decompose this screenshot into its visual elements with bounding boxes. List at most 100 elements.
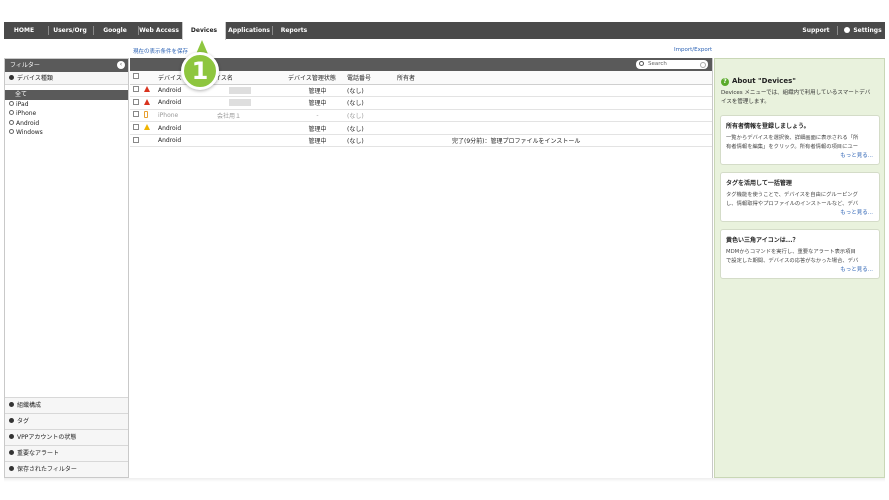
alert-cell	[144, 109, 158, 123]
card-title: 所有者情報を登録しましょう。	[726, 123, 810, 130]
tab-reports[interactable]: Reports	[274, 22, 314, 39]
filter-title: フィルター	[10, 62, 40, 69]
row-checkbox[interactable]	[133, 124, 139, 131]
read-more-link[interactable]: もっと見る...	[840, 208, 873, 216]
tab-users-org[interactable]: Users/Org	[50, 22, 90, 39]
read-more-link[interactable]: もっと見る...	[840, 265, 873, 273]
settings-label: Settings	[853, 27, 882, 34]
row-checkbox[interactable]	[133, 98, 139, 105]
clear-icon[interactable]	[700, 61, 706, 68]
section-label: 組織構成	[17, 402, 42, 409]
row-checkbox-cell	[130, 96, 144, 110]
table-row[interactable]: Android 管理中 (なし)	[130, 96, 712, 110]
filter-item-all[interactable]: 全て	[5, 90, 128, 100]
owner-cell	[397, 121, 452, 135]
device-name-cell	[203, 134, 288, 148]
filter-item-windows[interactable]: Windows	[5, 128, 128, 138]
owner-cell	[397, 96, 452, 110]
alert-cell	[144, 134, 158, 148]
tab-web-access[interactable]: Web Access	[139, 22, 179, 39]
red-alert-icon	[144, 86, 150, 93]
tab-applications[interactable]: Applications	[228, 22, 270, 39]
table-row[interactable]: Android 管理中 (なし) 完了(9分前)：管理プロファイルをインストール	[130, 134, 712, 148]
phone-cell: (なし)	[347, 84, 397, 98]
save-view-link[interactable]: 現在の表示条件を保存	[133, 47, 188, 55]
bullet-icon	[9, 434, 14, 439]
bullet-icon	[9, 418, 14, 423]
filter-item-label: Windows	[16, 129, 43, 136]
device-cell: Android	[158, 121, 203, 135]
table-row[interactable]: Android 管理中 (なし)	[130, 84, 712, 98]
device-name-cell: 会社用１	[203, 109, 288, 123]
note-cell	[452, 84, 712, 98]
col-management-status[interactable]: デバイス管理状態	[288, 71, 347, 85]
about-desc-line: Devices メニューでは、組織内で利用しているスマートデバ	[721, 90, 871, 96]
section-tags[interactable]: タグ	[5, 413, 128, 429]
section-org[interactable]: 組織構成	[5, 397, 128, 413]
yellow-alert-icon	[144, 124, 150, 131]
alert-col-header	[144, 71, 158, 85]
col-phone[interactable]: 電話番号	[347, 71, 397, 85]
row-checkbox[interactable]	[133, 136, 139, 143]
card-title: 黄色い三角アイコンは...？	[726, 237, 799, 244]
row-checkbox[interactable]	[133, 86, 139, 93]
filter-item-iphone[interactable]: iPhone	[5, 109, 128, 119]
bottom-edge	[4, 478, 885, 482]
select-all-cell	[130, 71, 144, 85]
read-more-link[interactable]: もっと見る...	[840, 151, 873, 159]
card-text: MDMからコマンドを実行し、重要なアラート表示項目	[726, 249, 856, 255]
section-vpp[interactable]: VPPアカウントの状態	[5, 429, 128, 445]
filter-item-label: iPad	[16, 100, 29, 108]
nav-divider	[48, 26, 49, 35]
search-icon	[639, 61, 644, 66]
search-input[interactable]: Search	[636, 60, 708, 69]
table-row[interactable]: iPhone 会社用１ - (なし)	[130, 109, 712, 123]
col-notes	[452, 71, 712, 85]
device-name-cell	[203, 121, 288, 135]
row-checkbox[interactable]	[133, 111, 139, 118]
filter-panel: フィルター ‹ デバイス種類 全て iPad iPhone Android Wi…	[4, 58, 129, 478]
status-cell: 管理中	[288, 96, 347, 110]
help-icon: ?	[721, 78, 729, 86]
device-name-cell	[203, 96, 288, 110]
filter-item-ipad[interactable]: iPad	[5, 100, 128, 110]
note-cell	[452, 109, 712, 123]
search-placeholder: Search	[648, 61, 667, 67]
section-alerts[interactable]: 重要なアラート	[5, 445, 128, 461]
table-row[interactable]: Android 管理中 (なし)	[130, 121, 712, 135]
phone-cell: (なし)	[347, 96, 397, 110]
col-owner[interactable]: 所有者	[397, 71, 452, 85]
about-desc-line: イスを管理します。	[721, 99, 770, 105]
device-cell: Android	[158, 134, 203, 148]
nav-divider	[837, 26, 838, 35]
card-title: タグを活用して一括管理	[726, 180, 792, 187]
about-panel: ? About "Devices" Devices メニューでは、組織内で利用して…	[714, 58, 885, 478]
select-all-checkbox[interactable]	[133, 73, 139, 80]
section-label: VPPアカウントの状態	[17, 434, 77, 441]
tab-devices[interactable]: Devices	[182, 22, 226, 40]
tab-home[interactable]: HOME	[4, 22, 44, 39]
expanded-icon	[9, 75, 14, 80]
status-cell: 管理中	[288, 134, 347, 148]
top-nav-bar: HOME Users/Org Google Apps Web Access De…	[4, 22, 885, 51]
about-description: Devices メニューでは、組織内で利用しているスマートデバ イスを管理します…	[721, 89, 881, 107]
red-alert-icon	[144, 98, 150, 105]
phone-cell: (なし)	[347, 121, 397, 135]
tab-google-apps[interactable]: Google Apps	[94, 22, 136, 51]
filter-panel-header: フィルター ‹	[5, 59, 128, 72]
filter-item-android[interactable]: Android	[5, 119, 128, 129]
device-type-section-header[interactable]: デバイス種類	[5, 72, 128, 85]
section-saved-filters[interactable]: 保存されたフィルター	[5, 461, 128, 477]
expand-icon	[9, 100, 14, 106]
help-card-owner: 所有者情報を登録しましょう。 一覧からデバイスを選択後、詳細画面に表示される「所…	[720, 115, 880, 165]
collapse-arrow-icon[interactable]: ‹	[117, 61, 125, 69]
import-export-link[interactable]: Import/Export	[674, 47, 712, 53]
settings-button[interactable]: Settings	[842, 22, 884, 39]
bullet-icon	[9, 450, 14, 455]
step-marker: 1	[181, 52, 219, 90]
iphone-icon	[144, 110, 148, 118]
support-link[interactable]: Support	[799, 22, 833, 39]
nav-divider	[272, 26, 273, 35]
device-type-label: デバイス種類	[17, 75, 53, 82]
bullet-icon	[9, 466, 14, 471]
